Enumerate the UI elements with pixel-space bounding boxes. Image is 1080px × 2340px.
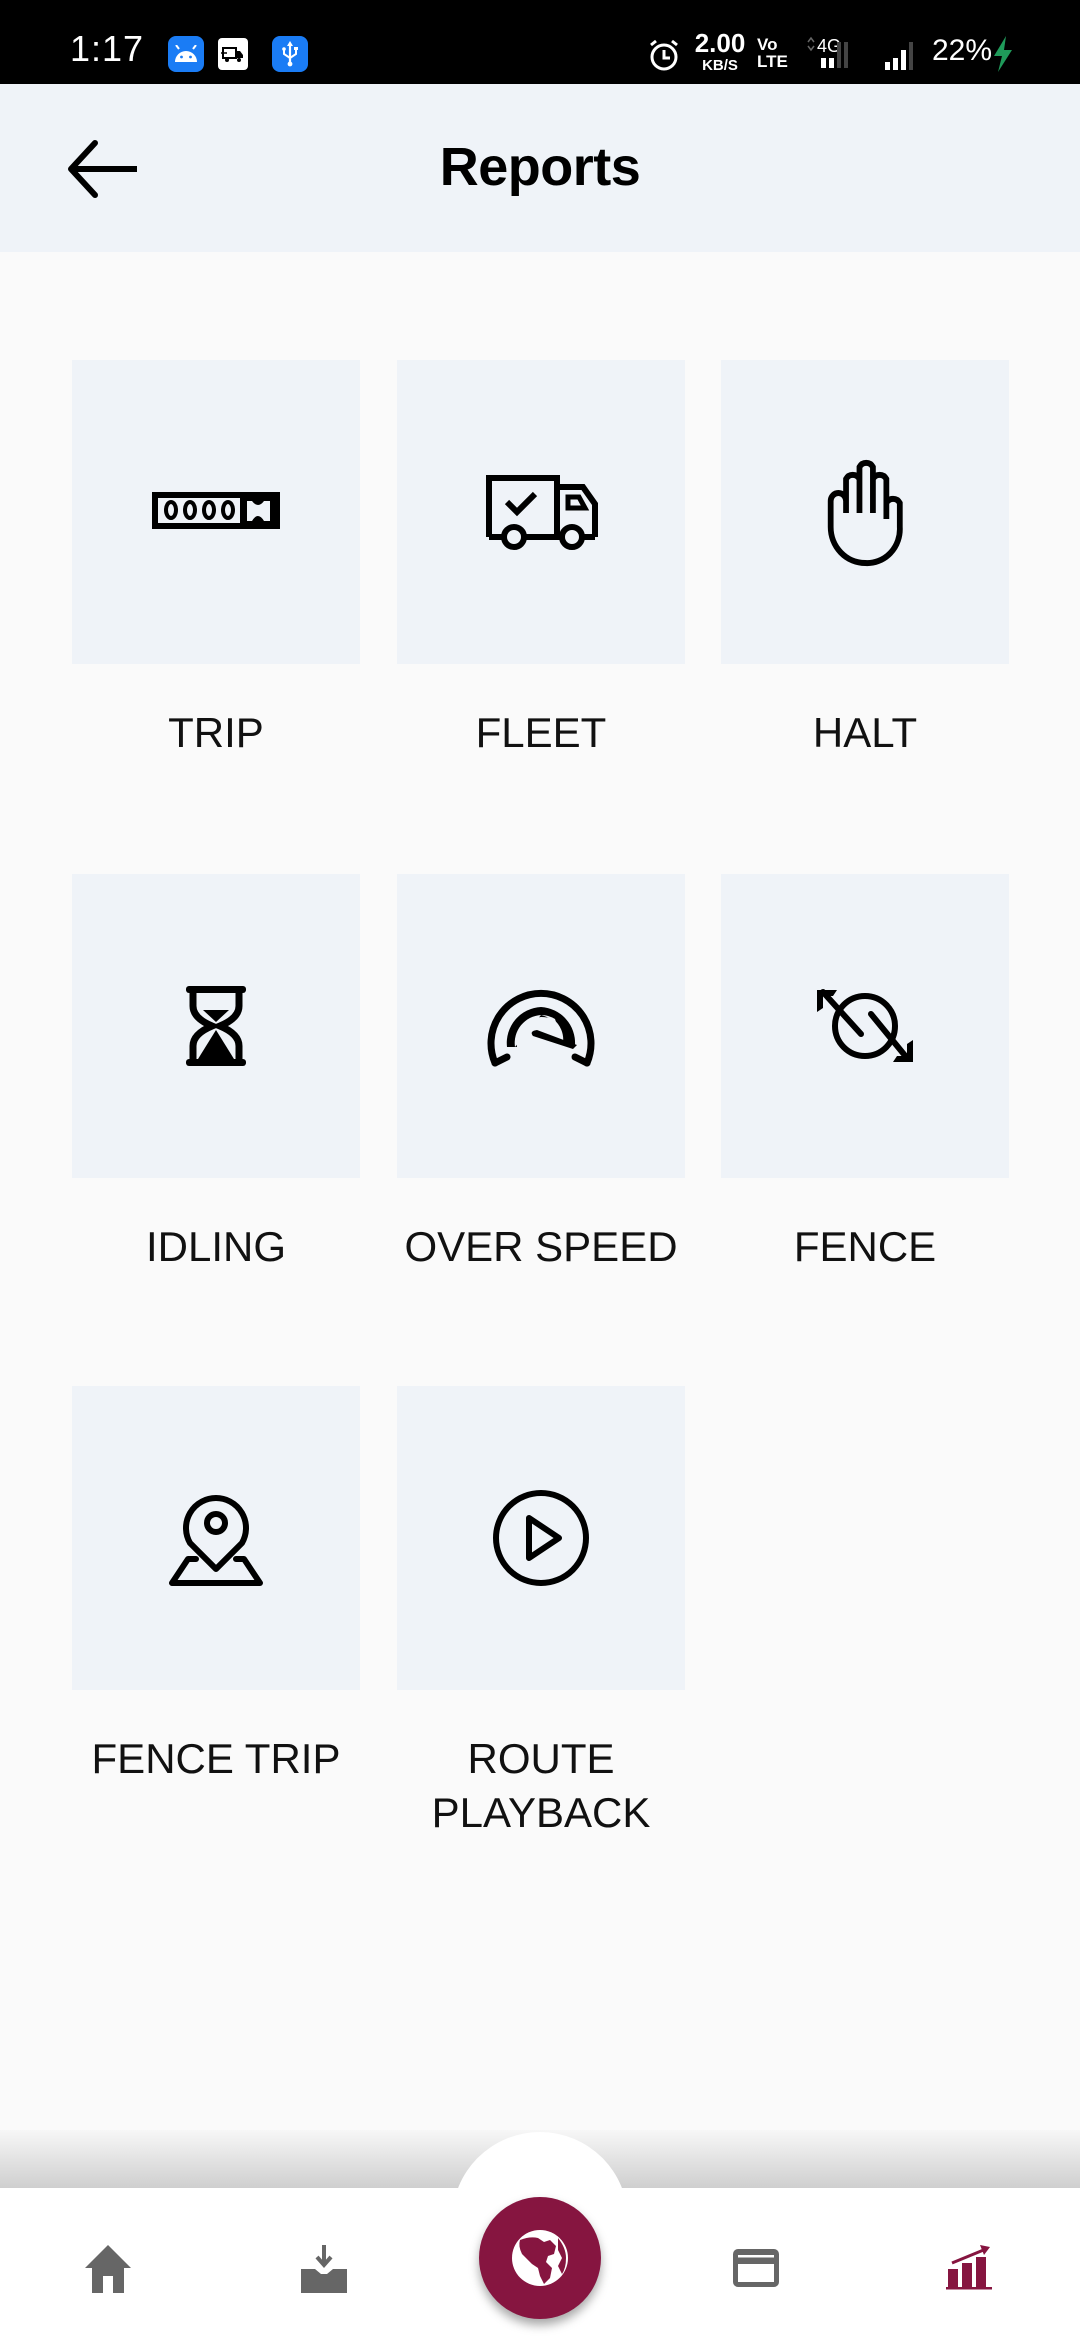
report-tile-route-playback[interactable]: ROUTE PLAYBACK [397,1386,685,1840]
tile-label: FENCE [793,1223,937,1270]
tile-icon-box[interactable] [397,1386,685,1690]
tile-label: FENCE TRIP [91,1735,341,1782]
odometer-icon [152,492,280,529]
tile-icon-box[interactable] [721,874,1009,1178]
report-tile-fence[interactable]: FENCE [721,874,1009,1274]
credit-card-icon [733,2249,779,2287]
network-speed: 2.00 KB/S [694,28,746,74]
tile-label: TRIP [168,709,264,756]
tile-label: OVER SPEED [404,1223,678,1270]
truck-app-icon [218,38,248,70]
report-tile-fleet[interactable]: FLEET [397,360,685,760]
truck-check-icon [486,475,598,550]
tile-icon-box[interactable] [721,360,1009,664]
alarm-icon [648,38,680,77]
home-icon [85,2245,131,2293]
chart-growth-icon [946,2245,992,2290]
hand-stop-icon [827,459,903,567]
play-circle-icon [493,1490,589,1586]
tile-icon-box[interactable] [397,874,685,1178]
tile-icon-box[interactable] [397,360,685,664]
app-bar: Reports [0,84,1080,252]
battery-percent: 22% [932,34,993,67]
nav-home-button[interactable] [68,2228,148,2308]
map-pin-area-icon [169,1495,263,1586]
globe-icon [512,2230,568,2286]
nav-download-button[interactable] [284,2228,364,2308]
report-tile-fence-trip[interactable]: FENCE TRIP [72,1386,360,1786]
status-time: 1:17 [70,28,145,69]
nav-map-fab[interactable] [479,2197,601,2319]
tile-icon-box[interactable] [72,360,360,664]
signal-bars-icon [885,40,925,75]
tile-label: FLEET [475,709,607,756]
download-tray-icon [301,2245,347,2293]
nav-payments-button[interactable] [716,2228,796,2308]
hourglass-icon [186,986,246,1066]
report-tile-trip[interactable]: TRIP [72,360,360,760]
tile-label: HALT [812,709,918,756]
usb-icon [272,36,308,72]
nav-reports-button[interactable] [931,2228,1011,2308]
android-icon [168,36,204,72]
report-tile-over-speed[interactable]: OVER SPEED [397,874,685,1274]
charging-icon [992,36,1014,77]
tile-icon-box[interactable] [72,874,360,1178]
geofence-arrows-icon [817,989,913,1062]
report-tile-halt[interactable]: HALT [721,360,1009,760]
tile-icon-box[interactable] [72,1386,360,1690]
status-bar: 1:17 2.00 KB/S Vo LTE 4G 22% [0,0,1080,84]
volte-indicator: Vo LTE [757,35,788,71]
tile-label: IDLING [145,1223,287,1270]
page-title: Reports [439,137,641,197]
report-tile-idling[interactable]: IDLING [72,874,360,1274]
tile-label: ROUTE PLAYBACK [431,1735,651,1836]
speedometer-icon [487,989,595,1067]
